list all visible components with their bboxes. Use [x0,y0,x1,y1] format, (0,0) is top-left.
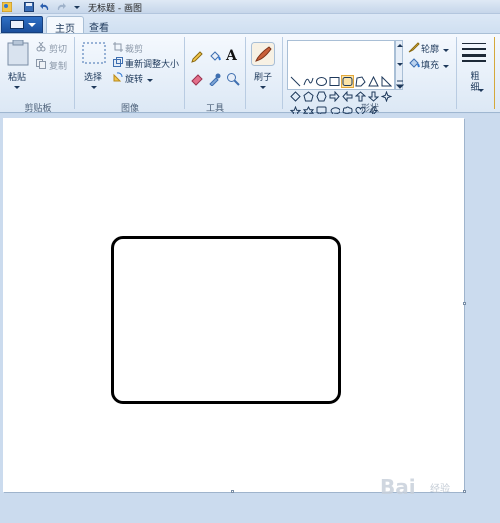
line-shape-icon[interactable] [290,76,301,87]
shapes-gallery-scroll[interactable] [395,40,405,90]
brush-icon[interactable] [251,42,275,69]
group-divider [282,37,283,109]
line-size-icon[interactable] [462,42,486,65]
paint-app-icon [1,1,13,13]
ribbon-tab-row: 主页 查看 [0,14,500,35]
text-tool-glyph: A [226,48,237,64]
chevron-down-icon[interactable] [260,83,266,93]
select-button[interactable]: 选择 [84,70,102,83]
color-picker-icon[interactable] [208,72,222,89]
customize-toolbar-icon[interactable] [72,2,82,12]
redo-icon[interactable] [56,2,66,12]
shapes-group-label: 形状 [360,104,379,114]
magnifier-icon[interactable] [226,72,240,89]
rotate-icon [113,72,123,85]
image-group-label: 图像 [120,104,139,114]
chevron-down-icon[interactable] [443,62,449,72]
fill-button[interactable]: 填充 [421,58,439,71]
curve-shape-icon[interactable] [303,76,314,87]
text-tool-icon[interactable]: A [226,48,237,64]
cut-button[interactable]: 剪切 [49,42,67,55]
crop-icon [113,42,123,55]
pencil-icon[interactable] [190,50,204,67]
select-icon[interactable] [82,42,106,69]
paint-menu-button[interactable] [1,16,43,33]
chevron-down-icon[interactable] [478,86,484,96]
chevron-down-icon[interactable] [91,83,97,93]
triangle-shape-icon[interactable] [368,76,379,87]
resize-button[interactable]: 重新调整大小 [125,57,179,70]
fill-icon [408,58,420,72]
document-icon [10,20,24,29]
rectangle-shape-icon[interactable] [329,76,340,87]
canvas-resize-handle-right[interactable] [463,302,466,305]
fill-bucket-icon[interactable] [208,50,222,67]
clipboard-group-label: 剪贴板 [24,104,52,114]
ribbon: 粘贴 剪切 复制 剪贴板 选择 裁剪 重新调整大小 旋转 图像 A 工具 刷子 … [0,33,500,117]
paste-button[interactable]: 粘贴 [8,70,26,83]
rounded-rectangle-shape-icon[interactable] [341,75,354,88]
right-triangle-shape-icon[interactable] [381,76,392,87]
rounded-rectangle-shape[interactable] [111,236,341,404]
canvas-resize-handle-bottom[interactable] [231,490,234,493]
window-title: 无标题 - 画图 [88,4,142,14]
resize-icon [113,57,123,70]
copy-button[interactable]: 复制 [49,59,67,72]
group-divider [74,37,75,109]
hexagon-shape-icon[interactable] [316,91,327,102]
eraser-icon[interactable] [190,72,204,89]
crop-button[interactable]: 裁剪 [125,42,143,55]
watermark-subtitle: 经验 [430,484,450,495]
pentagon-shape-icon[interactable] [303,91,314,102]
chevron-down-icon[interactable] [147,76,153,86]
group-divider [245,37,246,109]
brushes-button[interactable]: 刷子 [254,70,272,83]
chevron-down-icon[interactable] [443,46,449,56]
scissors-icon [36,41,46,55]
outline-button[interactable]: 轮廓 [421,42,439,55]
chevron-down-icon[interactable] [14,83,20,93]
outline-icon [408,42,420,56]
group-divider [456,37,457,109]
tab-home[interactable]: 主页 [46,16,84,35]
oval-shape-icon[interactable] [316,76,327,87]
chevron-down-icon [28,23,36,27]
watermark-logo: Bai [380,475,416,499]
polygon-shape-icon[interactable] [355,76,366,87]
tools-group-label: 工具 [205,104,224,114]
clipboard-icon[interactable] [7,39,29,69]
copy-icon [36,59,46,72]
undo-icon[interactable] [40,2,50,12]
group-divider [494,37,495,109]
tab-view[interactable]: 查看 [84,16,114,34]
group-divider [184,37,185,109]
right-arrow-shape-icon[interactable] [329,91,340,102]
title-bar: 无标题 - 画图 [0,0,500,14]
rotate-button[interactable]: 旋转 [125,72,143,85]
diamond-shape-icon[interactable] [290,91,301,102]
canvas-resize-handle-corner[interactable] [463,490,466,493]
save-icon[interactable] [24,2,34,12]
